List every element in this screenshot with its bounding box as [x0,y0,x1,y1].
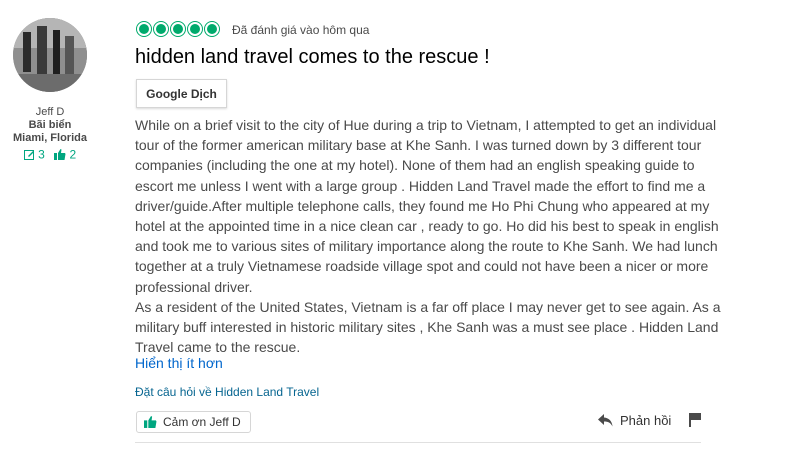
rating-bubbles [136,21,220,39]
review-title[interactable]: hidden land travel comes to the rescue ! [135,46,490,69]
review-count: 3 [38,147,45,162]
show-less-link[interactable]: Hiển thị ít hơn [135,355,223,371]
review-body: While on a brief visit to the city of Hu… [135,115,725,357]
rating-bubble-icon [187,21,203,37]
reply-button[interactable]: Phản hồi [598,413,671,428]
reviewer-username[interactable]: Jeff D [0,106,100,119]
reviewer-info: Jeff D Bãi biển Miami, Florida 3 2 [0,106,100,161]
pencil-square-icon [23,150,34,161]
rating-bubble-icon [170,21,186,37]
review-divider [135,442,701,443]
avatar-photo [13,18,87,92]
flag-icon [689,413,701,427]
thank-reviewer-button[interactable]: Cảm ơn Jeff D [136,411,251,433]
reviewer-hometown-line2: Miami, Florida [13,132,87,144]
report-flag-button[interactable] [689,413,701,432]
thumbs-up-icon [144,416,157,428]
reviewer-hometown-line1: Bãi biển [28,119,72,131]
reply-button-label: Phản hồi [620,413,672,428]
reply-arrow-icon [598,414,613,427]
thumbs-up-icon [54,149,66,161]
review-paragraph: As a resident of the United States, Viet… [135,298,721,356]
google-translate-button[interactable]: Google Dịch [136,79,227,108]
thank-button-label: Cảm ơn Jeff D [163,415,241,429]
ask-question-link[interactable]: Đặt câu hỏi về Hidden Land Travel [135,385,319,399]
review-paragraph: While on a brief visit to the city of Hu… [135,117,719,295]
helpful-votes-count: 2 [69,147,77,162]
reviewer-stats: 3 2 [0,148,100,161]
rating-bubble-icon [136,21,152,37]
rating-bubble-icon [204,21,220,37]
review-date: Đã đánh giá vào hôm qua [232,23,370,37]
rating-bubble-icon [153,21,169,37]
reviewer-avatar[interactable] [13,18,87,92]
